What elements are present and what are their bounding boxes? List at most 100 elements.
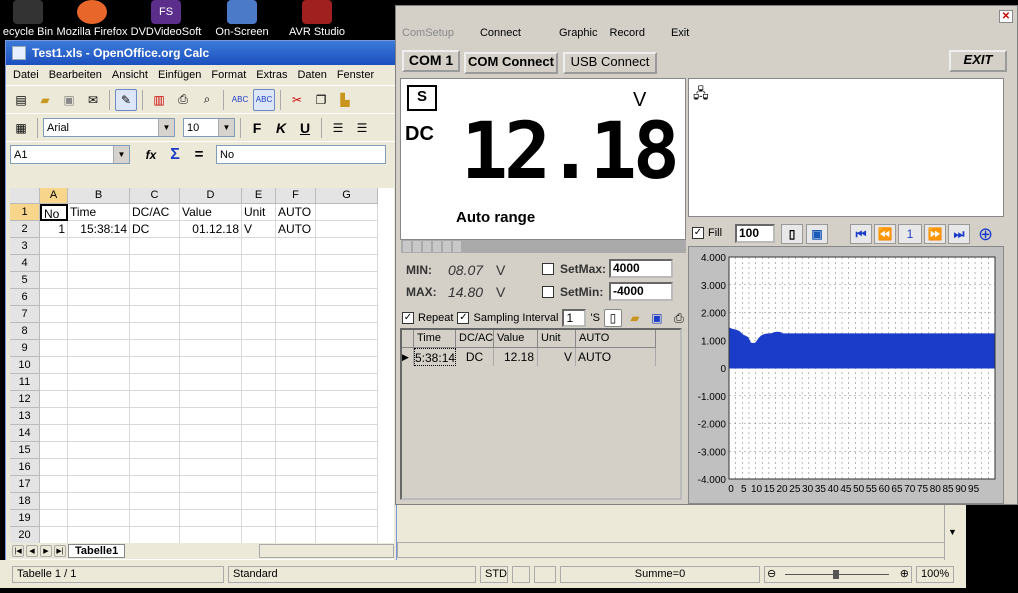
cell[interactable] bbox=[40, 425, 68, 442]
cell[interactable] bbox=[242, 238, 276, 255]
cell[interactable] bbox=[180, 289, 242, 306]
cell[interactable] bbox=[242, 493, 276, 510]
cell[interactable] bbox=[130, 272, 180, 289]
cell[interactable]: 15:38:14 bbox=[68, 221, 130, 238]
cell[interactable] bbox=[40, 272, 68, 289]
cell[interactable] bbox=[68, 323, 130, 340]
desktop-icon-on-screen[interactable]: On-Screen bbox=[202, 0, 282, 38]
cell[interactable] bbox=[180, 527, 242, 544]
calc-title-bar[interactable]: Test1.xls - OpenOffice.org Calc bbox=[6, 41, 396, 65]
first-page-icon[interactable]: ⏮ bbox=[850, 224, 872, 244]
cell[interactable] bbox=[130, 510, 180, 527]
table-row[interactable]: 12.18 bbox=[494, 348, 538, 366]
cell[interactable]: V bbox=[242, 221, 276, 238]
cell[interactable] bbox=[68, 408, 130, 425]
new-record-icon[interactable]: ▯ bbox=[603, 309, 622, 327]
com-port-button[interactable]: COM 1 bbox=[402, 50, 460, 72]
cell[interactable] bbox=[316, 323, 378, 340]
cell[interactable] bbox=[40, 255, 68, 272]
italic-icon[interactable]: K bbox=[270, 117, 292, 139]
menu-extras[interactable]: Extras bbox=[251, 69, 292, 81]
row-header[interactable]: 1 bbox=[10, 204, 40, 221]
last-page-icon[interactable]: ⏭ bbox=[948, 224, 970, 244]
cell[interactable]: No bbox=[40, 204, 68, 221]
cell[interactable] bbox=[130, 493, 180, 510]
close-icon[interactable]: ✕ bbox=[999, 10, 1013, 23]
cell[interactable] bbox=[242, 306, 276, 323]
next-sheet-icon[interactable]: ▶ bbox=[40, 545, 52, 557]
row-header[interactable]: 10 bbox=[10, 357, 40, 374]
cell[interactable] bbox=[130, 306, 180, 323]
table-row[interactable]: 5:38:14 bbox=[414, 348, 456, 366]
bold-icon[interactable]: F bbox=[246, 117, 268, 139]
column-header[interactable]: E bbox=[242, 188, 276, 204]
open-folder-icon[interactable]: ▰ bbox=[34, 89, 56, 111]
cell[interactable] bbox=[68, 289, 130, 306]
paste-icon[interactable]: ▙ bbox=[334, 89, 356, 111]
cell[interactable] bbox=[40, 476, 68, 493]
cell[interactable] bbox=[40, 459, 68, 476]
cell[interactable] bbox=[40, 340, 68, 357]
cell[interactable] bbox=[180, 442, 242, 459]
last-sheet-icon[interactable]: ▶| bbox=[54, 545, 66, 557]
cell[interactable] bbox=[68, 340, 130, 357]
cell[interactable] bbox=[68, 306, 130, 323]
chevron-down-icon[interactable]: ▼ bbox=[218, 119, 234, 136]
cell[interactable] bbox=[316, 306, 378, 323]
styles-icon[interactable]: ▦ bbox=[10, 117, 32, 139]
cell[interactable] bbox=[130, 323, 180, 340]
row-header[interactable]: 17 bbox=[10, 476, 40, 493]
cell[interactable] bbox=[40, 408, 68, 425]
cell[interactable] bbox=[242, 459, 276, 476]
cell[interactable] bbox=[180, 510, 242, 527]
cell[interactable] bbox=[68, 510, 130, 527]
spellcheck-icon[interactable]: ABC bbox=[229, 89, 251, 111]
edit-doc-icon[interactable]: ✎ bbox=[115, 88, 137, 111]
cell[interactable] bbox=[68, 272, 130, 289]
column-header[interactable]: F bbox=[276, 188, 316, 204]
setmin-input[interactable]: -4000 bbox=[609, 282, 673, 301]
prev-page-icon[interactable]: ⏪ bbox=[874, 224, 896, 244]
setmax-input[interactable]: 4000 bbox=[609, 259, 673, 278]
cell[interactable] bbox=[242, 255, 276, 272]
cell[interactable] bbox=[276, 391, 316, 408]
cell[interactable] bbox=[68, 357, 130, 374]
cell[interactable] bbox=[276, 323, 316, 340]
cell[interactable] bbox=[316, 272, 378, 289]
cell[interactable] bbox=[130, 340, 180, 357]
cell[interactable]: 1 bbox=[40, 221, 68, 238]
print-preview-icon[interactable]: ⌕ bbox=[196, 89, 218, 111]
function-wizard-icon[interactable]: fx bbox=[140, 144, 162, 166]
menu-fenster[interactable]: Fenster bbox=[332, 69, 379, 81]
export-pdf-icon[interactable]: ▥ bbox=[148, 89, 170, 111]
cell[interactable] bbox=[130, 425, 180, 442]
cell[interactable] bbox=[130, 255, 180, 272]
column-header[interactable]: A bbox=[40, 188, 68, 204]
cell[interactable] bbox=[68, 238, 130, 255]
cell[interactable] bbox=[316, 340, 378, 357]
row-header[interactable]: 12 bbox=[10, 391, 40, 408]
cell[interactable] bbox=[130, 459, 180, 476]
cell[interactable] bbox=[68, 391, 130, 408]
setmax-checkbox[interactable] bbox=[542, 263, 554, 276]
table-row[interactable]: AUTO bbox=[576, 348, 656, 366]
save-record-icon[interactable]: ▣ bbox=[648, 309, 666, 327]
cell[interactable] bbox=[242, 272, 276, 289]
column-header[interactable]: C bbox=[130, 188, 180, 204]
record-table[interactable]: Time DC/AC Value Unit AUTO ▶ 5:38:14 DC … bbox=[400, 328, 682, 500]
cell[interactable] bbox=[242, 408, 276, 425]
menu-datei[interactable]: Datei bbox=[8, 69, 44, 81]
zoom-out-icon[interactable]: ⊖ bbox=[767, 567, 776, 580]
chevron-down-icon[interactable]: ▼ bbox=[113, 146, 129, 163]
cell[interactable] bbox=[276, 425, 316, 442]
cell[interactable] bbox=[242, 510, 276, 527]
cell[interactable] bbox=[242, 442, 276, 459]
menu-exit[interactable]: Exit bbox=[671, 27, 689, 39]
cell[interactable] bbox=[130, 442, 180, 459]
cell[interactable] bbox=[242, 323, 276, 340]
cell[interactable] bbox=[276, 306, 316, 323]
cell[interactable] bbox=[180, 340, 242, 357]
cell[interactable] bbox=[180, 459, 242, 476]
cell[interactable] bbox=[316, 374, 378, 391]
cell[interactable]: AUTO bbox=[276, 204, 316, 221]
